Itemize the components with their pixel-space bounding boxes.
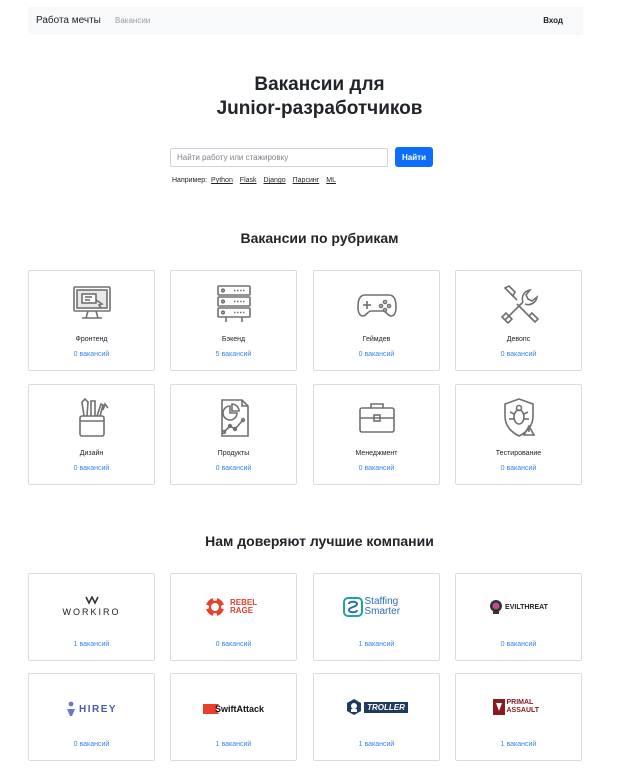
example-link-parsing[interactable]: Парсинг [293,177,320,184]
category-card-devops[interactable]: Девопс 0 вакансий [455,270,582,371]
category-name: Бэкенд [221,336,246,343]
company-logo-rebel-rage: REBEL RAGE [171,594,296,620]
company-count-link[interactable]: 1 вакансий [314,741,439,748]
company-count-link[interactable]: 1 вакансий [456,741,581,748]
troller-logo-icon [347,699,362,715]
company-count-link[interactable]: 0 вакансий [29,741,154,748]
tools-icon [500,285,539,325]
company-card-hirey[interactable]: HIREY 0 вакансий [28,673,155,761]
search-input[interactable] [170,148,388,167]
category-card-gamedev[interactable]: Геймдев 0 вакансий [313,270,440,371]
login-link[interactable]: Вход [543,16,563,25]
evilthreat-logo-icon [490,600,503,614]
category-name: Продукты [217,450,250,457]
category-card-backend[interactable]: Бэкенд 5 вакансий [170,270,297,371]
companies-section-title: Нам доверяют лучшие компании [205,533,434,549]
company-logo-primal-assault: PRIMAL ASSAULT [456,694,581,720]
category-card-design[interactable]: Дизайн 0 вакансий [28,384,155,485]
examples-label: Например: [172,177,208,184]
category-name: Менеджмент [355,450,398,457]
company-count-link[interactable]: 0 вакансий [171,641,296,648]
category-name: Девопс [506,336,531,343]
company-count-link[interactable]: 1 вакансий [29,641,154,648]
example-link-python[interactable]: Python [211,177,233,184]
company-logo-text: PRIMAL ASSAULT [506,699,540,714]
company-logo-text: Staffing Smarter [364,596,401,617]
company-card-troller[interactable]: TROLLER 1 вакансий [313,673,440,761]
company-logo-hirey: HIREY [29,696,154,722]
pencil-cup-icon [78,397,109,437]
company-card-staffing-smarter[interactable]: Staffing Smarter 1 вакансий [313,573,440,661]
category-name: Дизайн [79,450,104,457]
category-card-management[interactable]: Менеджмент 0 вакансий [313,384,440,485]
example-link-ml[interactable]: ML [326,177,336,184]
category-count-link[interactable]: 0 вакансий [29,465,154,472]
company-card-evilthreat[interactable]: EVILTHREAT 0 вакансий [455,573,582,661]
company-logo-evilthreat: EVILTHREAT [456,594,581,620]
category-name: Геймдев [362,336,391,343]
company-logo-text: HIREY [78,703,118,715]
category-name: Тестирование [495,450,542,457]
category-count-link[interactable]: 0 вакансий [456,351,581,358]
page-title: Вакансии для Junior-разработчиков [0,73,639,121]
company-logo-staffing-smarter: Staffing Smarter [314,594,439,620]
nav-link-vacancies[interactable]: Вакансии [115,16,150,25]
category-count-link[interactable]: 0 вакансий [171,465,296,472]
primal-assault-logo-icon [492,699,505,715]
company-count-link[interactable]: 0 вакансий [456,641,581,648]
company-logo-troller: TROLLER [314,694,439,720]
category-count-link[interactable]: 5 вакансий [171,351,296,358]
navbar: Работа мечты Вакансии Вход [28,7,583,35]
category-count-link[interactable]: 0 вакансий [314,465,439,472]
category-count-link[interactable]: 0 вакансий [456,465,581,472]
category-card-testing[interactable]: Тестирование 0 вакансий [455,384,582,485]
server-icon [216,285,251,322]
company-card-swiftattack[interactable]: SwiftAttack 1 вакансий [170,673,297,761]
company-count-link[interactable]: 1 вакансий [314,641,439,648]
company-logo-text: TROLLER [364,701,408,713]
search-button[interactable]: Найти [395,147,433,167]
briefcase-icon [358,403,395,433]
category-card-products[interactable]: Продукты 0 вакансий [170,384,297,485]
rebel-rage-logo-icon [205,597,225,617]
category-count-link[interactable]: 0 вакансий [314,351,439,358]
hirey-logo-icon [66,701,75,716]
example-link-django[interactable]: Django [263,177,285,184]
report-chart-icon [220,399,249,437]
staffing-smarter-logo-icon [342,597,363,617]
company-logo-text: WORKIRO [62,607,121,617]
page-title-line-1: Вакансии для [254,74,385,95]
gamepad-icon [356,294,397,317]
company-logo-text: SwiftAttack [214,704,264,714]
monitor-icon [72,286,111,319]
bug-shield-icon [503,398,535,437]
company-logo-swiftattack: SwiftAttack [171,696,296,722]
category-name: Фронтенд [75,336,108,343]
company-logo-text: EVILTHREAT [505,603,548,611]
category-count-link[interactable]: 0 вакансий [29,351,154,358]
category-card-frontend[interactable]: Фронтенд 0 вакансий [28,270,155,371]
company-card-primal-assault[interactable]: PRIMAL ASSAULT 1 вакансий [455,673,582,761]
company-card-workiro[interactable]: WORKIRO 1 вакансий [28,573,155,661]
company-card-rebel-rage[interactable]: REBEL RAGE 0 вакансий [170,573,297,661]
company-count-link[interactable]: 1 вакансий [171,741,296,748]
brand-link[interactable]: Работа мечты [36,15,101,26]
page-title-line-2: Junior-разработчиков [216,98,423,119]
example-link-flask[interactable]: Flask [240,177,257,184]
company-logo-text: REBEL RAGE [230,598,257,615]
search-examples: Например: Python Flask Django Парсинг ML [172,177,341,184]
categories-section-title: Вакансии по рубрикам [240,230,399,246]
